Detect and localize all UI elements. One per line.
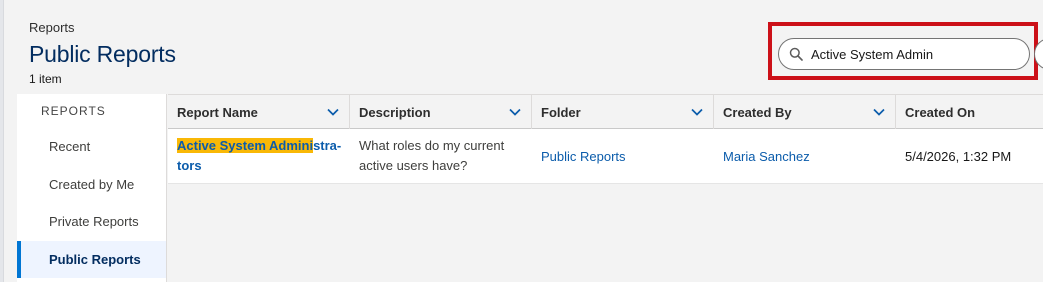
folder-link[interactable]: Public Reports [541, 149, 626, 164]
sidebar: REPORTS Recent Created by Me Private Rep… [17, 94, 167, 282]
page-title: Public Reports [29, 41, 176, 67]
chevron-down-icon[interactable] [691, 108, 703, 116]
sidebar-item-private-reports[interactable]: Private Reports [17, 203, 166, 241]
report-name-rest: stra- [313, 138, 342, 153]
column-label: Description [359, 104, 431, 120]
sidebar-heading: REPORTS [41, 104, 106, 118]
description-line: active users have? [359, 158, 468, 173]
cell-description: What roles do my current active users hav… [350, 129, 532, 183]
sidebar-item-public-reports[interactable]: Public Reports [17, 240, 166, 278]
table-header: Report Name Description Folder Created B… [168, 94, 1043, 129]
cell-created-on: 5/4/2026, 1:32 PM [896, 129, 1043, 183]
left-edge-divider [0, 0, 4, 282]
cell-folder: Public Reports [532, 129, 714, 183]
column-header-created-by[interactable]: Created By [714, 95, 896, 129]
report-name-rest: tors [177, 158, 202, 173]
chevron-down-icon[interactable] [509, 108, 521, 116]
sidebar-item-created-by-me[interactable]: Created by Me [17, 166, 166, 204]
search-box[interactable] [778, 38, 1030, 70]
search-input[interactable] [811, 46, 1011, 62]
column-label: Created On [905, 104, 976, 120]
created-on-value: 5/4/2026, 1:32 PM [905, 148, 1012, 164]
created-by-link[interactable]: Maria Sanchez [723, 149, 810, 164]
chevron-down-icon[interactable] [873, 108, 885, 116]
column-header-folder[interactable]: Folder [532, 95, 714, 129]
column-header-created-on[interactable]: Created On [896, 95, 1043, 129]
item-count: 1 item [29, 72, 62, 86]
column-label: Report Name [177, 104, 258, 120]
description-line: What roles do my current [359, 138, 505, 153]
column-header-description[interactable]: Description [350, 95, 532, 129]
search-match-highlight: Active System Admini [177, 138, 314, 153]
report-name-link[interactable]: Active System Administra-tors [177, 136, 347, 176]
reports-table: Report Name Description Folder Created B… [168, 94, 1043, 282]
sidebar-item-recent[interactable]: Recent [17, 128, 166, 166]
table-row: Active System Administra-tors What roles… [168, 129, 1043, 184]
column-label: Created By [723, 104, 792, 120]
breadcrumb[interactable]: Reports [29, 20, 176, 36]
column-label: Folder [541, 104, 581, 120]
search-icon [789, 47, 803, 61]
page-header: Reports Public Reports 1 item [29, 20, 176, 87]
column-header-report-name[interactable]: Report Name [168, 95, 350, 129]
cell-report-name: Active System Administra-tors [168, 129, 350, 183]
cell-created-by: Maria Sanchez [714, 129, 896, 183]
chevron-down-icon[interactable] [327, 108, 339, 116]
